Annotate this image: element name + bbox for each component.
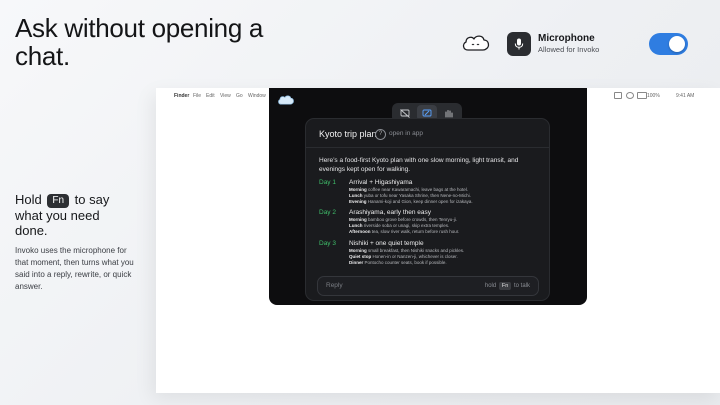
instruction-heading: Hold Fn to say what you need done.: [15, 192, 130, 238]
menu-item-view[interactable]: View: [220, 93, 231, 99]
line-value: yuba or tofu near Yasaka Shrine, then Ne…: [363, 193, 471, 198]
help-icon[interactable]: ?: [375, 129, 386, 140]
hint-pre: hold: [484, 283, 497, 289]
card-title: Kyoto trip plan: [319, 129, 377, 139]
day-label: Day 2: [319, 209, 336, 216]
line-value: bamboo grove before crowds, then Tenryu-…: [368, 217, 457, 222]
cloud-logo-small-icon: [278, 95, 294, 105]
response-card: Kyoto trip plan ? open in app Here’s a f…: [305, 118, 550, 301]
microphone-toggle[interactable]: [649, 33, 688, 55]
fn-key: Fn: [47, 194, 70, 208]
battery-percent: 100%: [647, 93, 660, 99]
instruction-pre: Hold: [15, 192, 42, 207]
menu-item-go[interactable]: Go: [236, 93, 243, 99]
line-value: coffee near Kawaramachi, leave bags at t…: [368, 187, 468, 192]
assistant-overlay: Kyoto trip plan ? open in app Here’s a f…: [269, 88, 587, 305]
day-label: Day 3: [319, 240, 336, 247]
day-title: Arrival + Higashiyama: [349, 179, 413, 186]
desktop-preview: Finder File Edit View Go Window 100% 9:4…: [156, 88, 720, 393]
day-label: Day 1: [319, 179, 336, 186]
menu-item-file[interactable]: File: [193, 93, 201, 99]
line-key: Morning: [349, 248, 367, 253]
day-line: Lunch riverside soba or unagi, skip extr…: [349, 223, 449, 228]
reply-input[interactable]: Reply hold Fn to talk: [317, 276, 539, 296]
line-key: Morning: [349, 217, 367, 222]
line-key: Lunch: [349, 223, 363, 228]
day-line: Morning coffee near Kawaramachi, leave b…: [349, 187, 468, 192]
day-title: Arashiyama, early then easy: [349, 209, 432, 216]
reply-placeholder: Reply: [326, 282, 343, 289]
fn-key-small: Fn: [498, 282, 512, 290]
control-center-icon[interactable]: [614, 92, 622, 99]
day-line: Dinner Pontocho counter seats, book if p…: [349, 260, 447, 265]
day-title: Nishiki + one quiet temple: [349, 240, 424, 247]
card-intro: Here’s a food-first Kyoto plan with one …: [319, 157, 519, 173]
line-value: Hanami-koji and Gion, keep dinner open f…: [367, 199, 473, 204]
line-value: Honen-in or Nanzen-ji, whichever is clos…: [372, 254, 458, 259]
cloud-logo-icon: [462, 35, 490, 51]
card-divider: [306, 147, 549, 148]
day-line: Morning bamboo grove before crowds, then…: [349, 217, 457, 222]
headline: Ask without opening a chat.: [15, 13, 264, 71]
line-key: Evening: [349, 199, 367, 204]
day-line: Evening Hanami-koji and Gion, keep dinne…: [349, 199, 473, 204]
menu-clock[interactable]: 9:41 AM: [676, 93, 694, 99]
day-line: Lunch yuba or tofu near Yasaka Shrine, t…: [349, 193, 471, 198]
line-key: Dinner: [349, 260, 364, 265]
permission-title: Microphone: [538, 33, 595, 44]
line-value: Pontocho counter seats, book if possible…: [364, 260, 447, 265]
open-in-app-link[interactable]: open in app: [389, 130, 423, 137]
talk-hint: hold Fn to talk: [485, 282, 530, 290]
line-value: small breakfast, then Nishiki snacks and…: [368, 248, 465, 253]
menu-app-name[interactable]: Finder: [174, 93, 189, 99]
day-line: Afternoon tea, slow river walk, return b…: [349, 229, 459, 234]
mic-icon: [514, 38, 524, 50]
line-key: Lunch: [349, 193, 363, 198]
line-value: tea, slow river walk, return before rush…: [371, 229, 460, 234]
toggle-knob[interactable]: [669, 36, 685, 52]
instruction-description: Invoko uses the microphone for that mome…: [15, 246, 134, 291]
permission-subtitle: Allowed for Invoko: [538, 45, 600, 54]
battery-icon[interactable]: [637, 92, 647, 99]
menu-item-window[interactable]: Window: [248, 93, 266, 99]
mic-badge: [507, 32, 531, 56]
line-value: riverside soba or unagi, skip extra temp…: [363, 223, 450, 228]
day-line: Quiet stop Honen-in or Nanzen-ji, whiche…: [349, 254, 458, 259]
line-key: Morning: [349, 187, 367, 192]
line-key: Quiet stop: [349, 254, 372, 259]
wifi-icon[interactable]: [626, 92, 634, 99]
line-key: Afternoon: [349, 229, 371, 234]
day-line: Morning small breakfast, then Nishiki sn…: [349, 248, 464, 253]
menu-item-edit[interactable]: Edit: [206, 93, 215, 99]
hint-post: to talk: [513, 283, 530, 289]
